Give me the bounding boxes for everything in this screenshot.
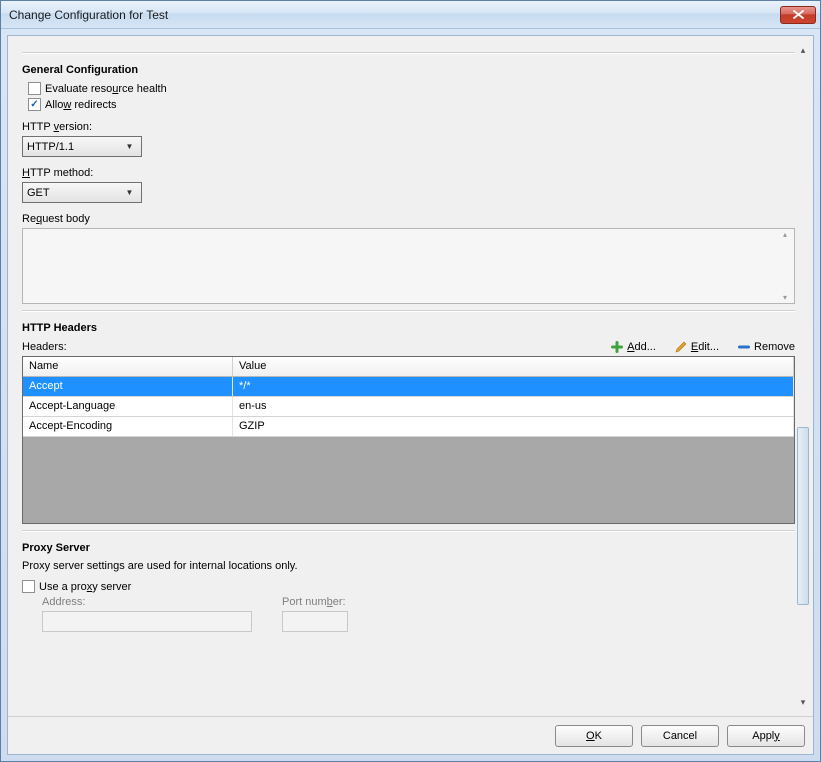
edit-header-button[interactable]: Edit... — [674, 340, 719, 354]
headers-table[interactable]: Name Value Accept */* Accept-Language en… — [22, 356, 795, 524]
http-method-select[interactable]: GET ▼ — [22, 182, 142, 203]
use-proxy-checkbox[interactable] — [22, 580, 35, 593]
textarea-scrollbar[interactable]: ▴ ▾ — [777, 230, 793, 302]
chevron-down-icon: ▼ — [122, 142, 137, 151]
chevron-down-icon: ▼ — [122, 188, 137, 197]
titlebar: Change Configuration for Test — [1, 1, 820, 29]
proxy-port-field: Port number: — [282, 596, 348, 632]
proxy-description: Proxy server settings are used for inter… — [22, 560, 795, 572]
http-method-label: HTTP method: — [22, 167, 795, 179]
window-title: Change Configuration for Test — [9, 8, 780, 22]
divider — [22, 310, 795, 312]
column-name[interactable]: Name — [23, 357, 233, 377]
scrollbar-track[interactable] — [795, 58, 811, 694]
proxy-address-label: Address: — [42, 596, 252, 608]
cell-value: */* — [233, 377, 794, 396]
proxy-section-title: Proxy Server — [22, 542, 795, 554]
allow-redirects-checkbox[interactable] — [28, 98, 41, 111]
http-version-value: HTTP/1.1 — [27, 141, 122, 153]
evaluate-health-label: Evaluate resource health — [45, 83, 167, 95]
content-scroll: General Configuration Evaluate resource … — [8, 36, 813, 716]
client-area: General Configuration Evaluate resource … — [7, 35, 814, 755]
http-version-label: HTTP version: — [22, 121, 795, 133]
close-button[interactable] — [780, 6, 816, 24]
add-header-button[interactable]: Add... — [610, 340, 656, 354]
plus-icon — [610, 340, 624, 354]
headers-toolbar: Headers: Add... Edit... — [22, 340, 795, 354]
evaluate-health-checkbox-row[interactable]: Evaluate resource health — [28, 82, 795, 95]
allow-redirects-label: Allow redirects — [45, 99, 117, 111]
ok-button[interactable]: OK — [555, 725, 633, 747]
request-body-label: Request body — [22, 213, 795, 225]
apply-button[interactable]: Apply — [727, 725, 805, 747]
scroll-down-icon: ▾ — [777, 293, 793, 302]
cancel-button[interactable]: Cancel — [641, 725, 719, 747]
remove-header-button[interactable]: Remove — [737, 340, 795, 354]
cell-name: Accept — [23, 377, 233, 396]
table-row[interactable]: Accept-Encoding GZIP — [23, 417, 794, 437]
cell-name: Accept-Encoding — [23, 417, 233, 436]
dialog-button-bar: OK Cancel Apply — [8, 716, 813, 754]
scroll-up-icon: ▴ — [795, 42, 811, 58]
proxy-address-field: Address: — [42, 596, 252, 632]
http-version-select[interactable]: HTTP/1.1 ▼ — [22, 136, 142, 157]
cell-value: en-us — [233, 397, 794, 416]
headers-section-title: HTTP Headers — [22, 322, 795, 334]
scroll-up-icon: ▴ — [777, 230, 793, 239]
evaluate-health-checkbox[interactable] — [28, 82, 41, 95]
column-value[interactable]: Value — [233, 357, 794, 377]
proxy-address-input[interactable] — [42, 611, 252, 632]
allow-redirects-checkbox-row[interactable]: Allow redirects — [28, 98, 795, 111]
table-row[interactable]: Accept-Language en-us — [23, 397, 794, 417]
http-method-value: GET — [27, 187, 122, 199]
divider — [22, 52, 795, 54]
use-proxy-checkbox-row[interactable]: Use a proxy server — [22, 580, 795, 593]
table-row[interactable]: Accept */* — [23, 377, 794, 397]
proxy-port-label: Port number: — [282, 596, 348, 608]
headers-label: Headers: — [22, 341, 67, 353]
divider — [22, 530, 795, 532]
pencil-icon — [674, 340, 688, 354]
minus-icon — [737, 340, 751, 354]
cell-value: GZIP — [233, 417, 794, 436]
general-section-title: General Configuration — [22, 64, 795, 76]
cell-name: Accept-Language — [23, 397, 233, 416]
vertical-scrollbar[interactable]: ▴ ▾ — [795, 42, 811, 710]
headers-table-header: Name Value — [23, 357, 794, 377]
scroll-down-icon: ▾ — [795, 694, 811, 710]
scrollbar-thumb[interactable] — [797, 427, 809, 605]
proxy-fields: Address: Port number: — [42, 596, 795, 632]
request-body-textarea[interactable]: ▴ ▾ — [22, 228, 795, 304]
use-proxy-label: Use a proxy server — [39, 581, 131, 593]
close-icon — [793, 10, 804, 19]
proxy-port-input[interactable] — [282, 611, 348, 632]
dialog-window: Change Configuration for Test General Co… — [0, 0, 821, 762]
